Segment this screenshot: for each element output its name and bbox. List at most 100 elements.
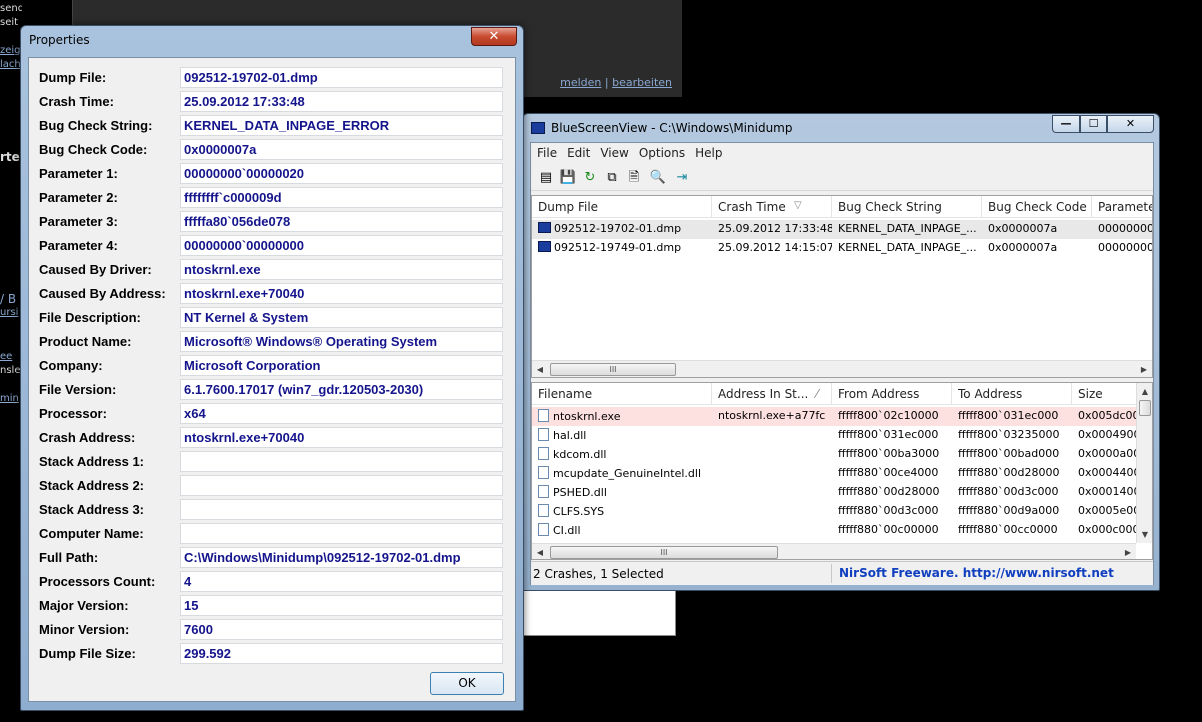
scrollbar-thumb[interactable]: III bbox=[550, 363, 676, 376]
driver-row[interactable]: hal.dll fffff800`031ec000 fffff800`0323500… bbox=[532, 426, 1152, 445]
property-row: Dump File: 092512-19702-01.dmp bbox=[29, 67, 517, 89]
driver-list-vscrollbar[interactable]: ▲ ▼ bbox=[1136, 383, 1152, 543]
property-value-field[interactable]: 299.592 bbox=[180, 643, 503, 664]
copy-icon[interactable]: ⧉ bbox=[603, 169, 621, 187]
property-row: Computer Name: bbox=[29, 523, 517, 545]
close-button[interactable]: ✕ bbox=[1107, 115, 1154, 133]
dump-row[interactable]: 092512-19749-01.dmp 25.09.2012 14:15:07 … bbox=[532, 239, 1152, 258]
column-size[interactable]: Size bbox=[1072, 383, 1142, 405]
driver-row-highlighted[interactable]: ntoskrnl.exe ntoskrnl.exe+a77fc fffff800`0… bbox=[532, 407, 1152, 426]
property-value-field[interactable]: 00000000`00000000 bbox=[180, 235, 503, 256]
from-address-cell: fffff880`00c00000 bbox=[838, 523, 939, 536]
property-value-field[interactable]: 092512-19702-01.dmp bbox=[180, 67, 503, 88]
column-to-address[interactable]: To Address bbox=[952, 383, 1072, 405]
scroll-down-icon[interactable]: ▼ bbox=[1137, 526, 1152, 543]
property-value-field[interactable] bbox=[180, 523, 503, 544]
property-row: File Description: NT Kernel & System bbox=[29, 307, 517, 329]
bg-link[interactable]: min bbox=[0, 392, 22, 406]
property-label: Major Version: bbox=[39, 598, 129, 613]
refresh-icon[interactable]: ↻ bbox=[581, 169, 599, 187]
maximize-button[interactable]: ☐ bbox=[1080, 115, 1107, 133]
property-value-field[interactable]: fffffa80`056de078 bbox=[180, 211, 503, 232]
property-row: Stack Address 2: bbox=[29, 475, 517, 497]
nirsoft-link[interactable]: NirSoft Freeware. http://www.nirsoft.net bbox=[839, 566, 1114, 580]
column-dump-file[interactable]: Dump File bbox=[532, 196, 712, 218]
property-value-field[interactable]: 6.1.7600.17017 (win7_gdr.120503-2030) bbox=[180, 379, 503, 400]
parameter-cell: 00000000`0 bbox=[1098, 222, 1152, 235]
property-value-field[interactable] bbox=[180, 475, 503, 496]
minimize-button[interactable]: — bbox=[1052, 115, 1080, 133]
scrollbar-thumb[interactable]: III bbox=[550, 546, 778, 559]
scroll-right-icon[interactable]: ▶ bbox=[1120, 544, 1136, 559]
column-filename[interactable]: Filename bbox=[532, 383, 712, 405]
property-value-field[interactable]: ntoskrnl.exe bbox=[180, 259, 503, 280]
menu-file[interactable]: File bbox=[531, 143, 561, 160]
driver-row[interactable]: kdcom.dll fffff800`00ba3000 fffff800`00bad… bbox=[532, 445, 1152, 464]
scroll-up-icon[interactable]: ▲ bbox=[1137, 383, 1152, 400]
vscroll-thumb[interactable] bbox=[1139, 400, 1151, 416]
property-value-field[interactable]: 25.09.2012 17:33:48 bbox=[180, 91, 503, 112]
property-value-field[interactable]: 15 bbox=[180, 595, 503, 616]
dump-row-selected[interactable]: 092512-19702-01.dmp 25.09.2012 17:33:48 … bbox=[532, 220, 1152, 239]
bug-check-code-cell: 0x0000007a bbox=[988, 241, 1058, 254]
menu-options[interactable]: Options bbox=[633, 143, 689, 160]
column-bug-check-string[interactable]: Bug Check String bbox=[832, 196, 982, 218]
report-link[interactable]: melden bbox=[560, 76, 601, 89]
property-value-field[interactable]: KERNEL_DATA_INPAGE_ERROR bbox=[180, 115, 503, 136]
property-value-field[interactable]: ntoskrnl.exe+70040 bbox=[180, 427, 503, 448]
property-value-field[interactable]: NT Kernel & System bbox=[180, 307, 503, 328]
column-bug-check-code[interactable]: Bug Check Code bbox=[982, 196, 1092, 218]
exit-icon[interactable]: ⇥ bbox=[673, 169, 691, 187]
file-icon bbox=[538, 447, 549, 460]
close-icon[interactable]: ✕ bbox=[471, 27, 517, 46]
ok-button[interactable]: OK bbox=[430, 672, 504, 695]
property-value-field[interactable]: 0x0000007a bbox=[180, 139, 503, 160]
html-report-icon[interactable]: ▤ bbox=[537, 169, 555, 187]
menu-edit[interactable]: Edit bbox=[561, 143, 594, 160]
property-value-field[interactable]: Microsoft® Windows® Operating System bbox=[180, 331, 503, 352]
property-value-field[interactable]: 7600 bbox=[180, 619, 503, 640]
scroll-left-icon[interactable]: ◀ bbox=[532, 361, 548, 377]
column-address-in-stack[interactable]: Address In St... ⁄ bbox=[712, 383, 832, 405]
dump-list-hscrollbar[interactable]: ◀ III ▶ bbox=[532, 360, 1152, 377]
property-value-field[interactable] bbox=[180, 451, 503, 472]
bg-link[interactable]: zeig bbox=[0, 44, 22, 58]
property-value-field[interactable]: 4 bbox=[180, 571, 503, 592]
driver-filename: ntoskrnl.exe bbox=[553, 410, 621, 423]
save-icon[interactable]: 💾 bbox=[559, 169, 577, 187]
property-value-field[interactable]: 00000000`00000020 bbox=[180, 163, 503, 184]
bg-link[interactable]: / B bbox=[0, 292, 22, 306]
property-value-field[interactable]: ntoskrnl.exe+70040 bbox=[180, 283, 503, 304]
property-value-field[interactable]: C:\Windows\Minidump\092512-19702-01.dmp bbox=[180, 547, 503, 568]
property-row: Parameter 4: 00000000`00000000 bbox=[29, 235, 517, 257]
column-from-address[interactable]: From Address bbox=[832, 383, 952, 405]
property-value-field[interactable]: x64 bbox=[180, 403, 503, 424]
scroll-right-icon[interactable]: ▶ bbox=[1136, 361, 1152, 377]
bg-link[interactable]: lach bbox=[0, 58, 22, 72]
scroll-left-icon[interactable]: ◀ bbox=[532, 544, 548, 559]
driver-filename: hal.dll bbox=[553, 429, 587, 442]
find-icon[interactable]: 🔍 bbox=[649, 169, 667, 187]
properties-icon[interactable]: 🗎 bbox=[625, 169, 643, 187]
driver-row[interactable]: PSHED.dll fffff880`00d28000 fffff880`00d3c… bbox=[532, 483, 1152, 502]
bug-check-string-cell: KERNEL_DATA_INPAGE_... bbox=[838, 222, 977, 235]
driver-list-hscrollbar[interactable]: ◀ III ▶ bbox=[532, 543, 1136, 559]
menu-view[interactable]: View bbox=[594, 143, 632, 160]
bg-link[interactable]: ee bbox=[0, 350, 22, 364]
property-value-field[interactable] bbox=[180, 499, 503, 520]
background-page-fragment: send seit 2012 zeig lach rte / B ursi ee… bbox=[0, 0, 22, 440]
driver-filename: CI.dll bbox=[553, 524, 581, 537]
driver-row[interactable]: CI.dll fffff880`00c00000 fffff880`00cc0000… bbox=[532, 521, 1152, 540]
bg-link[interactable]: ursi bbox=[0, 306, 22, 320]
reply-textarea[interactable] bbox=[520, 588, 676, 636]
driver-row[interactable]: CLFS.SYS fffff880`00d3c000 fffff880`00d9a0… bbox=[532, 502, 1152, 521]
menu-help[interactable]: Help bbox=[689, 143, 726, 160]
property-label: Minor Version: bbox=[39, 622, 130, 637]
property-value-field[interactable]: Microsoft Corporation bbox=[180, 355, 503, 376]
driver-row[interactable]: mcupdate_GenuineIntel.dll fffff880`00ce40… bbox=[532, 464, 1152, 483]
driver-filename: kdcom.dll bbox=[553, 448, 607, 461]
edit-link[interactable]: bearbeiten bbox=[612, 76, 672, 89]
column-parameter[interactable]: Parameter bbox=[1092, 196, 1152, 218]
property-value-field[interactable]: ffffffff`c000009d bbox=[180, 187, 503, 208]
column-crash-time[interactable]: Crash Time ▽ bbox=[712, 196, 832, 218]
